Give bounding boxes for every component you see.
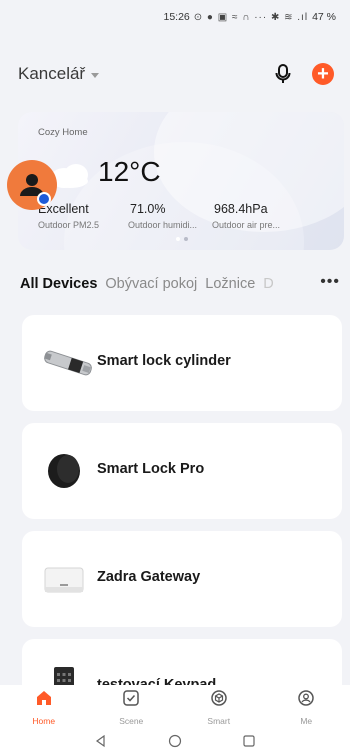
add-device-button[interactable]: + [312,63,334,85]
carousel-indicator [176,237,188,241]
bottom-nav: Home Scene Smart Me [0,685,350,730]
system-nav-bar [0,730,350,756]
home-selector[interactable]: Kancelář [18,64,100,84]
weather-card[interactable]: Cozy Home 12°C Excellent Outdoor PM2.5 7… [18,112,344,250]
smart-icon [210,689,228,712]
caret-down-icon [91,73,100,78]
nav-scene[interactable]: Scene [101,689,161,726]
status-icons: ⊙ ● ▣ ≈ ∩ ··· ✱ ≋ .ıl [193,11,309,23]
nav-home[interactable]: Home [14,689,74,726]
home-label: Cozy Home [38,127,88,138]
keypad-icon [40,667,88,685]
humidity-label: Outdoor humidi... [128,220,198,230]
tab-obyvaci-pokoj[interactable]: Obývací pokoj [105,276,197,292]
device-card[interactable]: Smart lock cylinder [22,315,342,411]
device-card[interactable]: Smart Lock Pro [22,423,342,519]
tab-overflow[interactable]: D [263,276,273,292]
tab-loznice[interactable]: Ložnice [205,276,255,292]
header-actions: + [272,63,334,85]
more-icon[interactable]: ••• [320,273,340,291]
avatar-badge-icon [37,192,51,206]
recents-icon[interactable] [242,734,256,753]
smart-lock-pro-icon [40,451,88,491]
device-card[interactable]: testovací Keypad [22,639,342,685]
device-card[interactable]: Zadra Gateway [22,531,342,627]
scene-icon [122,689,140,712]
battery-level: 47 % [312,11,336,23]
device-name: Smart Lock Pro [97,461,205,477]
pressure-label: Outdoor air pre... [212,220,281,230]
pressure-value: 968.4hPa [214,202,268,216]
carousel-dot [184,237,188,241]
back-icon[interactable] [94,734,108,753]
tab-all-devices[interactable]: All Devices [20,276,97,292]
nav-label: Smart [207,716,231,726]
device-name: Zadra Gateway [97,569,201,585]
device-list: Smart lock cylinder Smart Lock Pro Zadra… [22,315,342,685]
me-icon [297,689,315,712]
status-bar: 15:26 ⊙ ● ▣ ≈ ∩ ··· ✱ ≋ .ıl 47 % [0,0,350,34]
nav-label: Home [32,716,56,726]
nav-smart[interactable]: Smart [189,689,249,726]
home-name: Kancelář [18,64,86,83]
header: Kancelář + [18,52,334,96]
room-tabs: All Devices Obývací pokoj Ložnice D [20,272,340,296]
device-name: testovací Keypad [97,677,217,685]
nav-label: Me [300,716,313,726]
device-name: Smart lock cylinder [97,353,231,369]
gateway-icon [40,559,88,599]
lock-cylinder-icon [40,343,92,383]
nav-label: Scene [119,716,144,726]
home-circle-icon[interactable] [168,734,182,753]
temperature: 12°C [98,156,161,187]
status-time: 15:26 [163,11,190,23]
pm25-label: Outdoor PM2.5 [38,220,100,230]
microphone-icon[interactable] [272,63,294,85]
home-icon [35,689,53,712]
carousel-dot-active [176,237,180,241]
humidity-value: 71.0% [130,202,166,216]
nav-me[interactable]: Me [276,689,336,726]
